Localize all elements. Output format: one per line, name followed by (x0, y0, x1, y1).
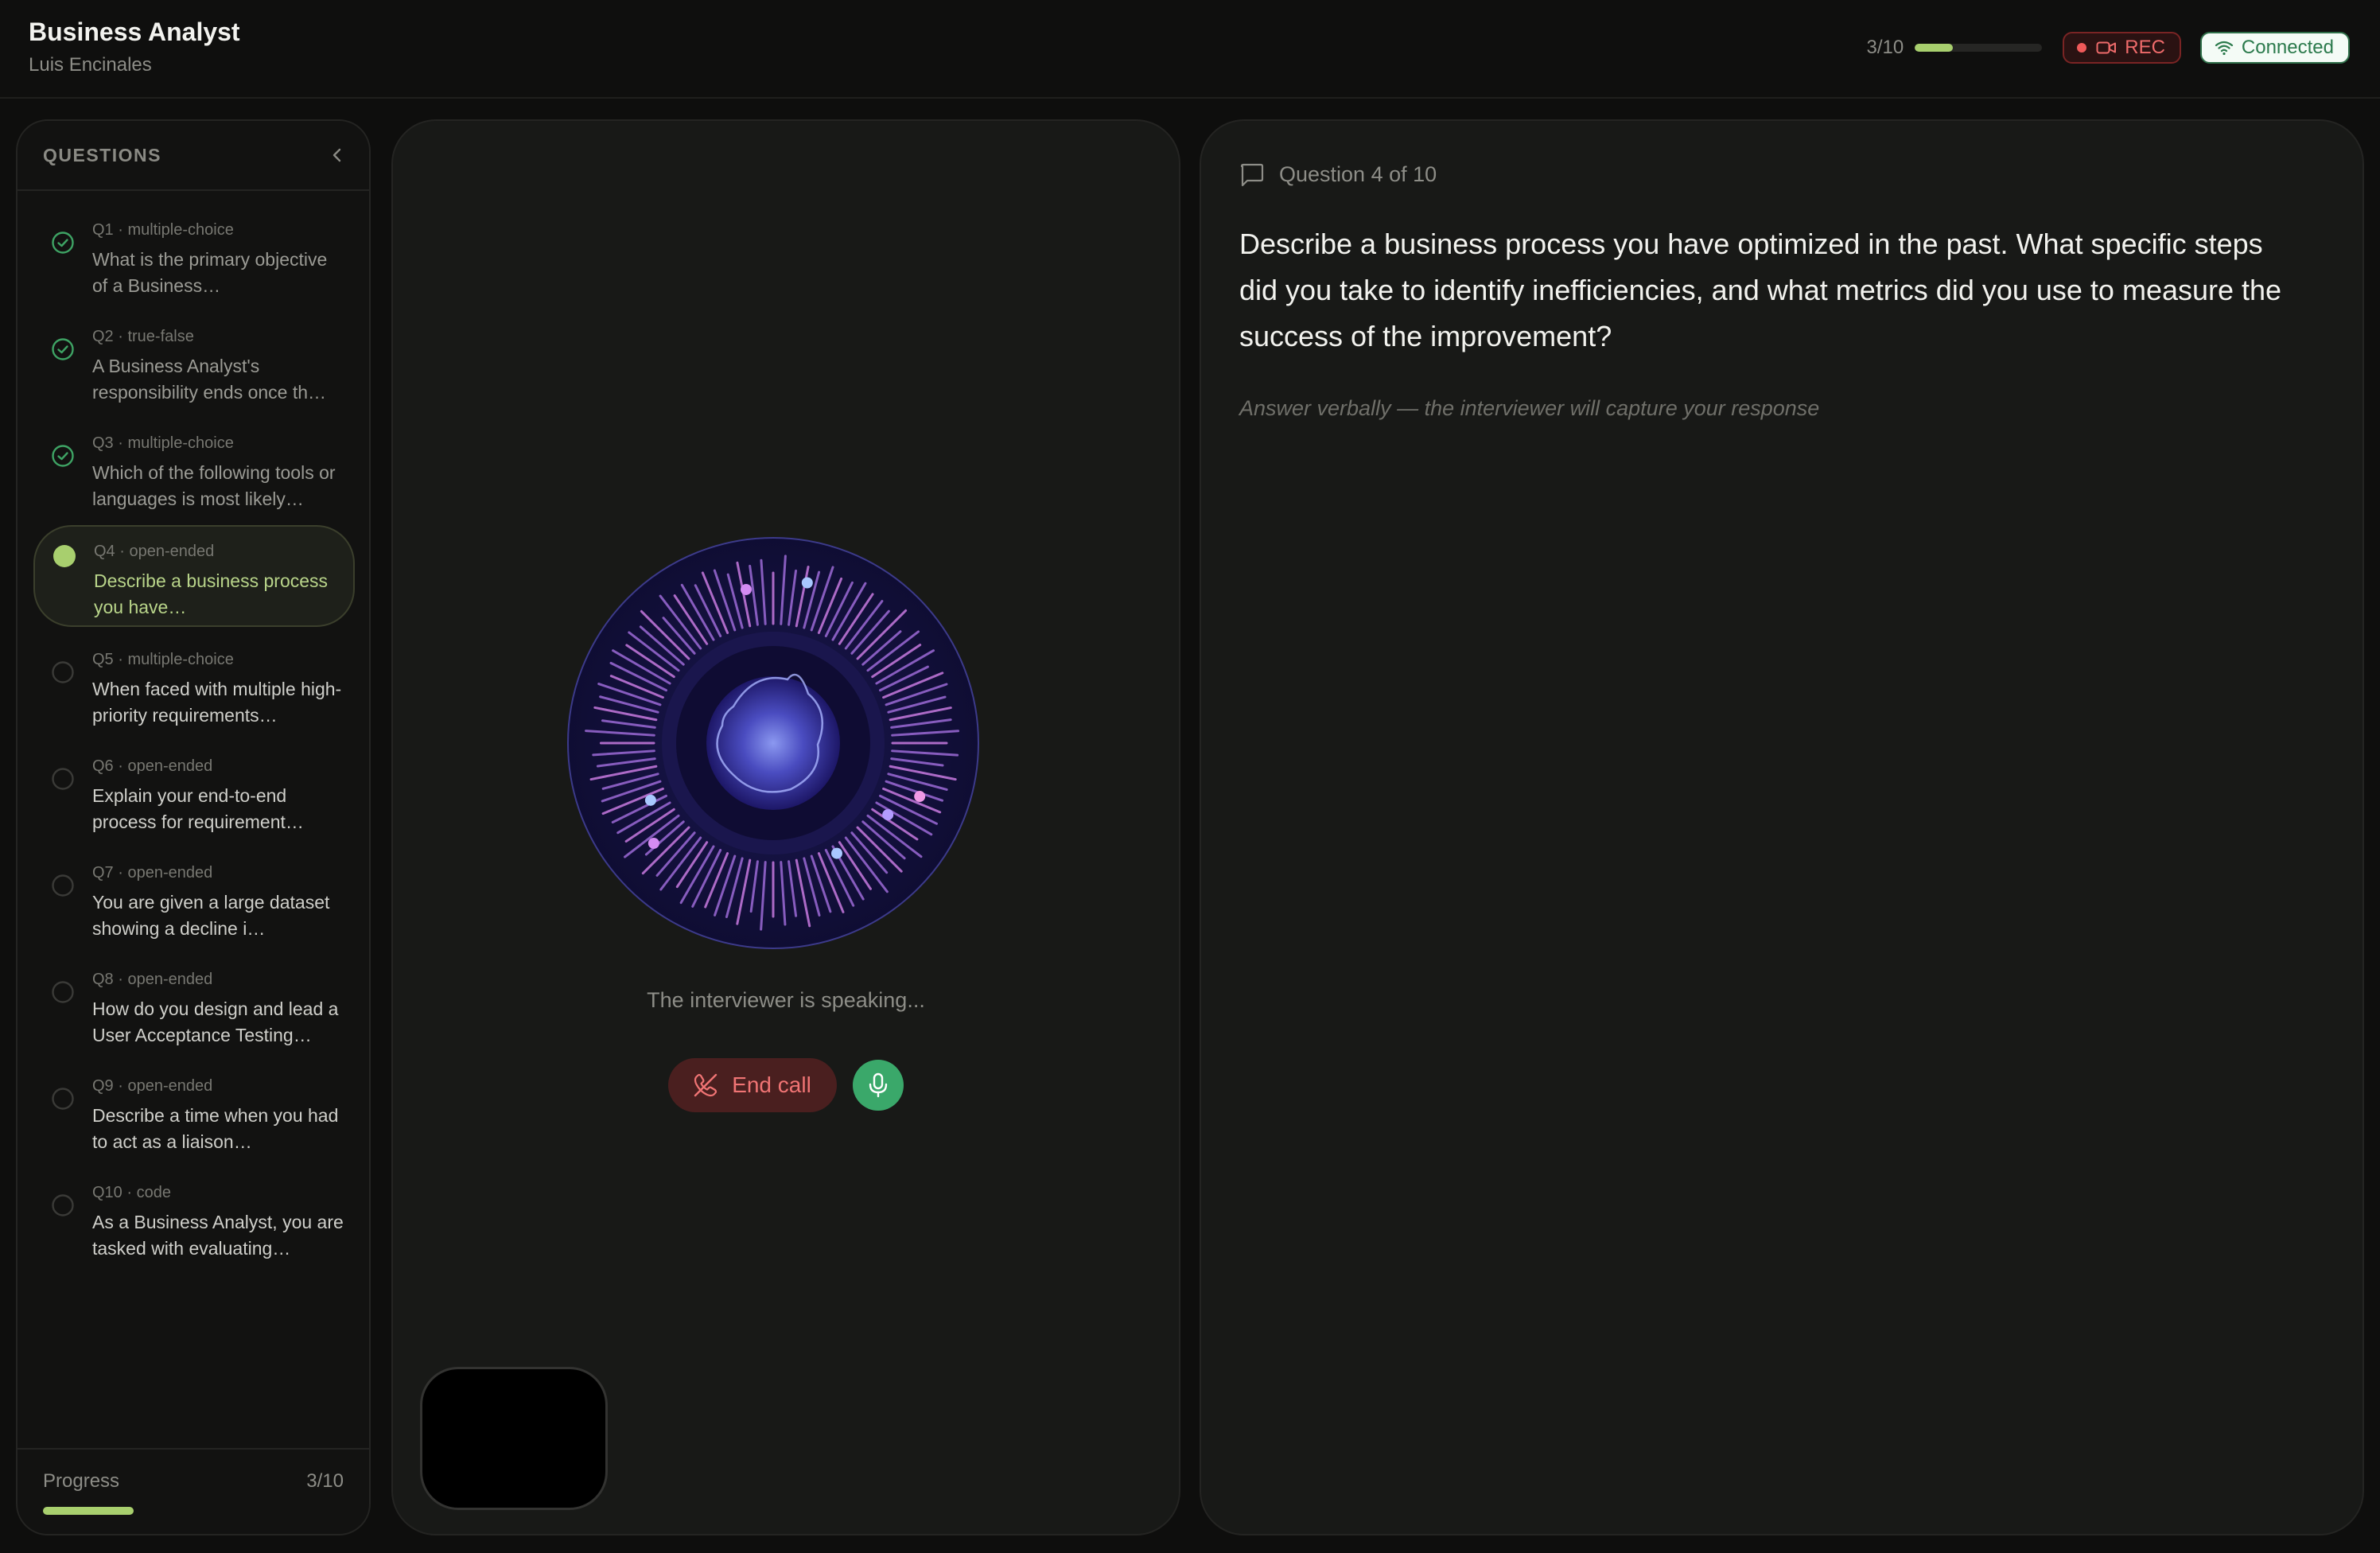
orb-spark (882, 809, 894, 821)
progress-bar (43, 1507, 345, 1515)
question-meta: Q5 · multiple-choice (92, 651, 234, 668)
check-circle-icon (52, 232, 74, 254)
orb-spark (914, 791, 926, 803)
question-meta: Q8 · open-ended (92, 971, 213, 988)
question-number: Question 4 of 10 (1279, 162, 1437, 186)
question-preview: You are given a large dataset showing a … (92, 892, 330, 939)
phone-off-icon (694, 1073, 718, 1097)
progress-label: Progress (43, 1470, 120, 1492)
orb-spark (648, 837, 659, 849)
check-circle-icon (52, 338, 74, 360)
question-panel: Question 4 of 10 Describe a business pro… (1200, 119, 2364, 1535)
interviewer-orb-visualizer (567, 537, 979, 949)
wifi-icon (2215, 41, 2234, 56)
recording-dot-icon (2077, 43, 2087, 53)
header-status-group: 3/10 REC Connected (1867, 29, 2350, 67)
sidebar-title: QUESTIONS (43, 145, 161, 165)
question-header: Question 4 of 10 (1239, 162, 1437, 187)
question-text: Describe a business process you have opt… (1239, 228, 2282, 352)
empty-circle-icon (52, 661, 74, 683)
question-preview: What is the primary objective of a Busin… (92, 249, 328, 296)
call-panel: The interviewer is speaking... End call (391, 119, 1180, 1535)
sidebar-header: QUESTIONS (18, 121, 369, 191)
question-preview: Explain your end-to-end process for requ… (92, 785, 304, 832)
question-preview: A Business Analyst's responsibility ends… (92, 356, 327, 403)
progress-count: 3/10 (306, 1470, 344, 1492)
question-preview: Describe a business process you have… (94, 570, 329, 617)
empty-circle-icon (52, 1194, 74, 1216)
question-item-q2[interactable]: Q2 · true-false A Business Analyst's resp… (33, 320, 355, 422)
question-meta: Q1 · multiple-choice (92, 221, 234, 239)
orb-spark (831, 847, 842, 859)
empty-circle-icon (52, 874, 74, 897)
question-item-q3[interactable]: Q3 · multiple-choice Which of the followi… (33, 426, 355, 528)
question-item-q9[interactable]: Q9 · open-ended Describe a time when you … (33, 1069, 355, 1171)
connection-label: Connected (2241, 37, 2334, 58)
chevron-left-icon[interactable] (329, 146, 345, 164)
question-item-q6[interactable]: Q6 · open-ended Explain your end-to-end p… (33, 749, 355, 851)
candidate-name: Luis Encinales (29, 54, 152, 76)
header-progress-fill (1915, 44, 1954, 52)
orb-spark (801, 577, 813, 589)
sidebar-progress: Progress 3/10 (18, 1448, 369, 1534)
question-meta: Q6 · open-ended (92, 757, 213, 775)
question-meta: Q7 · open-ended (92, 864, 213, 882)
question-meta: Q4 · open-ended (94, 543, 215, 560)
question-item-q5[interactable]: Q5 · multiple-choice When faced with mult… (33, 643, 355, 745)
question-preview: As a Business Analyst, you are tasked wi… (92, 1212, 344, 1259)
answer-hint: Answer verbally — the interviewer will c… (1239, 396, 1820, 420)
header-progress-bar (1915, 44, 2043, 52)
question-meta: Q3 · multiple-choice (92, 434, 234, 452)
question-meta: Q2 · true-false (92, 328, 194, 345)
empty-circle-icon (52, 981, 74, 1003)
call-controls: End call (393, 1058, 1179, 1112)
top-header: Business Analyst Luis Encinales 3/10 REC… (0, 0, 2380, 99)
question-preview: When faced with multiple high-priority r… (92, 679, 342, 726)
orb-spark (644, 794, 656, 806)
video-camera-icon (2096, 41, 2117, 54)
end-call-button[interactable]: End call (668, 1058, 837, 1112)
connection-badge: Connected (2199, 32, 2350, 64)
page-title: Business Analyst (29, 18, 240, 46)
active-dot-icon (53, 545, 76, 567)
question-preview: Which of the following tools or language… (92, 462, 336, 509)
call-status-text: The interviewer is speaking... (647, 988, 925, 1012)
message-square-icon (1240, 163, 1264, 186)
check-circle-icon (52, 445, 74, 467)
question-meta: Q9 · open-ended (92, 1077, 213, 1095)
question-preview: Describe a time when you had to act as a… (92, 1105, 339, 1152)
question-item-q7[interactable]: Q7 · open-ended You are given a large dat… (33, 856, 355, 958)
end-call-label: End call (732, 1072, 811, 1097)
questions-sidebar: QUESTIONS Q1 · multiple-choice What is th… (16, 119, 371, 1535)
progress-bar-fill (43, 1507, 134, 1515)
empty-circle-icon (52, 768, 74, 790)
header-progress-count: 3/10 (1866, 37, 1904, 58)
question-item-q8[interactable]: Q8 · open-ended How do you design and lea… (33, 963, 355, 1065)
microphone-button[interactable] (852, 1060, 904, 1111)
question-item-q4[interactable]: Q4 · open-ended Describe a business proce… (33, 525, 355, 627)
question-meta: Q10 · code (92, 1184, 171, 1201)
orb-spark (740, 583, 752, 595)
recording-label: REC (2125, 37, 2165, 58)
question-item-q1[interactable]: Q1 · multiple-choice What is the primary … (33, 213, 355, 315)
microphone-icon (869, 1072, 888, 1098)
empty-circle-icon (52, 1088, 74, 1110)
recording-badge: REC (2063, 32, 2181, 64)
self-video-preview (420, 1367, 608, 1510)
question-item-q10[interactable]: Q10 · code As a Business Analyst, you are… (33, 1176, 355, 1278)
question-preview: How do you design and lead a User Accept… (92, 998, 339, 1045)
